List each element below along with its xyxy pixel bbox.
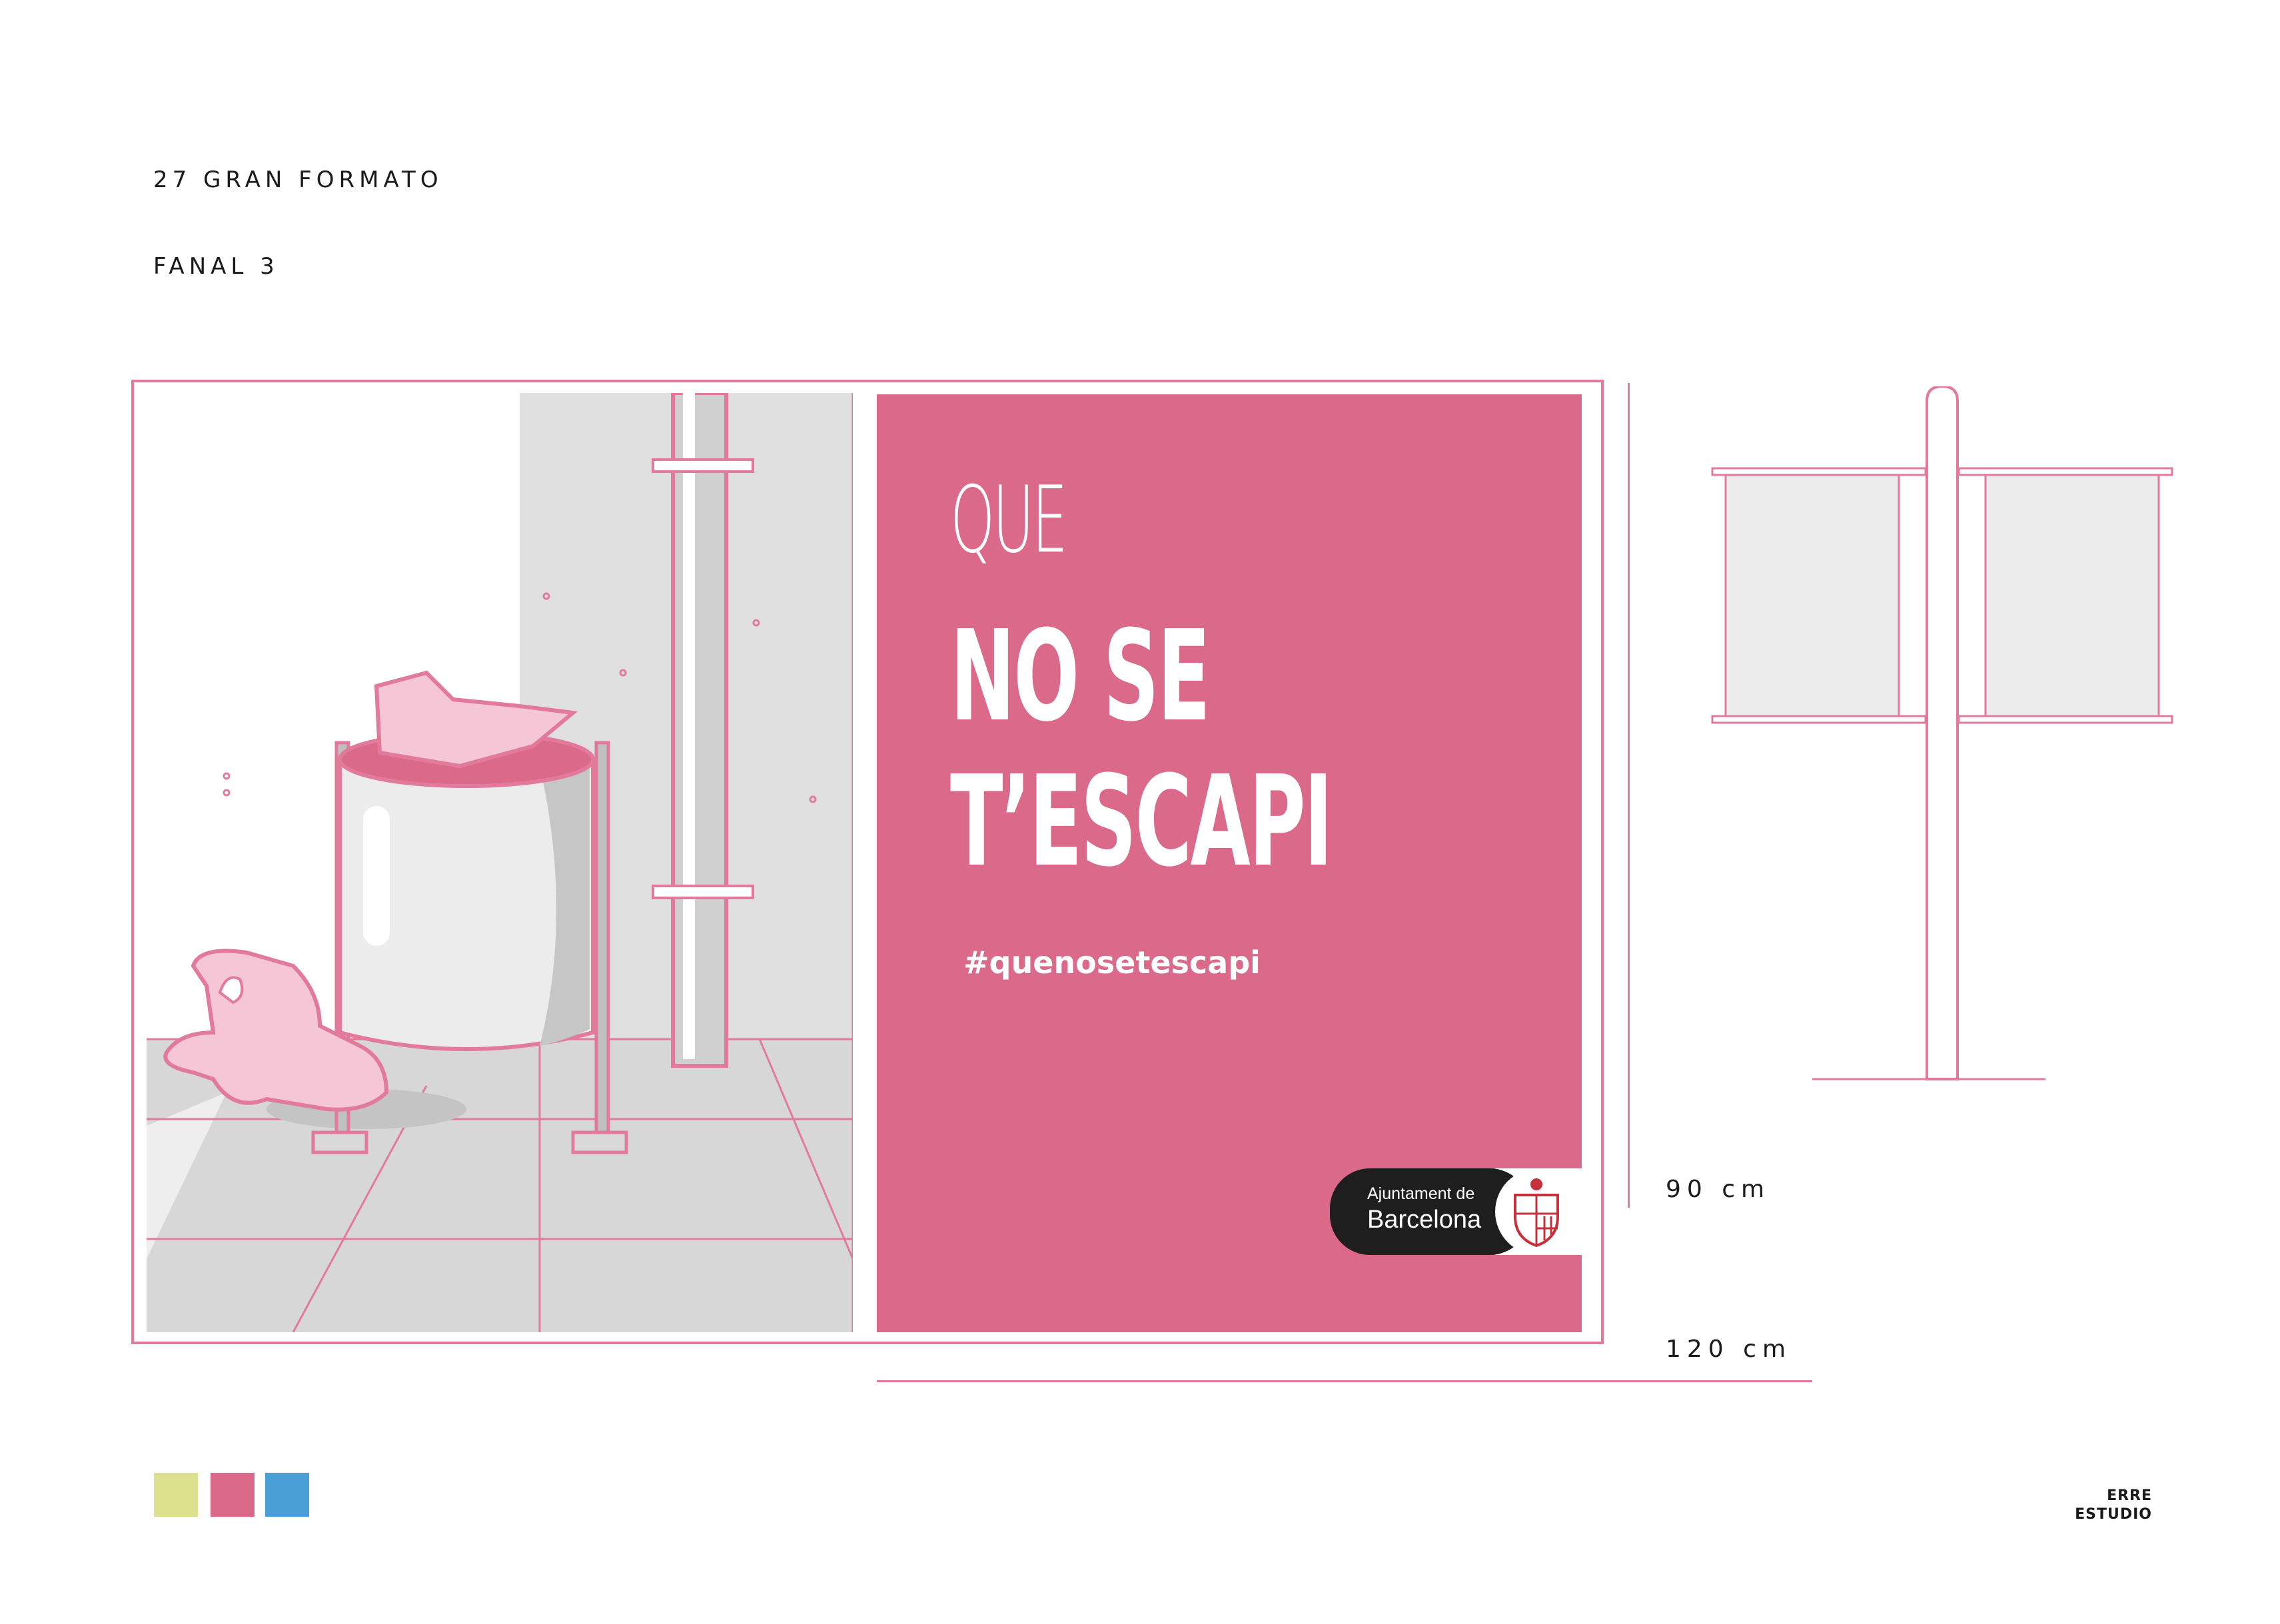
poster-line-no-se: NO SE bbox=[950, 604, 1211, 749]
width-measure-label: 120 cm bbox=[1666, 1336, 1792, 1363]
left-banner bbox=[1724, 474, 1900, 717]
logo-small-text: Ajuntament de bbox=[1367, 1184, 1475, 1203]
height-measure-line bbox=[1628, 383, 1630, 1208]
width-measure-line bbox=[877, 1380, 1812, 1382]
lamppost-diagram bbox=[1711, 386, 2173, 1080]
logo-big-text: Barcelona bbox=[1367, 1206, 1482, 1234]
poster-line-que: QUE bbox=[950, 466, 1068, 574]
item-title: FANAL 3 bbox=[153, 253, 279, 280]
right-banner bbox=[1984, 474, 2160, 717]
lamp-pole bbox=[671, 393, 728, 1068]
swatch-yellow bbox=[154, 1473, 198, 1517]
poster-line-tescapi: T’ESCAPI bbox=[950, 749, 1333, 895]
studio-line2: ESTUDIO bbox=[2075, 1506, 2152, 1523]
swatch-blue bbox=[265, 1473, 309, 1517]
barcelona-shield-icon bbox=[1514, 1178, 1559, 1248]
studio-line1: ERRE bbox=[2107, 1487, 2152, 1504]
studio-logo: ERRE ESTUDIO bbox=[2065, 1487, 2152, 1524]
poster-hashtag: #quenosetescapi bbox=[963, 945, 1261, 981]
street-illustration bbox=[147, 393, 853, 1332]
section-title: 27 GRAN FORMATO bbox=[153, 167, 443, 193]
height-measure-label: 90 cm bbox=[1666, 1176, 1771, 1203]
bin-post-right bbox=[594, 741, 610, 1144]
swatch-pink bbox=[211, 1473, 255, 1517]
